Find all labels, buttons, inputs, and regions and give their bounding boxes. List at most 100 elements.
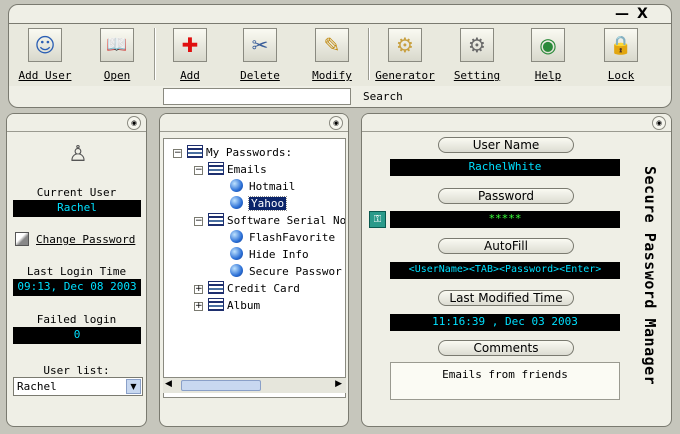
globe-icon	[230, 247, 243, 260]
tree-item-album[interactable]: Album	[208, 298, 260, 314]
chevron-down-icon[interactable]: ▼	[126, 379, 141, 394]
minimize-button[interactable]: —	[615, 7, 629, 21]
tree-item-software[interactable]: Software Serial No	[208, 213, 346, 229]
lock-button[interactable]: 🔒 Lock	[591, 26, 651, 86]
user-list-dropdown[interactable]: Rachel ▼	[13, 377, 143, 396]
tree-item-hide-info[interactable]: Hide Info	[230, 247, 309, 263]
generator-label: Generator	[375, 69, 435, 82]
globe-icon	[230, 196, 243, 209]
app-title: Secure Password Manager	[634, 132, 666, 420]
tree-item-label: FlashFavorite	[249, 231, 336, 244]
panel-header: ◉	[160, 114, 348, 132]
scroll-right-icon[interactable]: ▶	[335, 379, 342, 389]
tree-item-label: Yahoo	[247, 196, 288, 211]
last-modified-button[interactable]: Last Modified Time	[438, 290, 574, 306]
search-input[interactable]	[163, 88, 351, 105]
add-cross-icon: ✚	[173, 28, 207, 62]
setting-button[interactable]: ⚙ Setting	[447, 26, 507, 86]
collapse-toggle-icon[interactable]: −	[194, 166, 203, 175]
user-panel: ◉ ♙ Current User Rachel Change Password …	[6, 113, 147, 427]
expand-toggle-icon[interactable]: +	[194, 285, 203, 294]
user-list-selected: Rachel	[17, 380, 57, 393]
generator-button[interactable]: ⚙ Generator	[375, 26, 435, 86]
lock-icon: 🔒	[604, 28, 638, 62]
folder-icon	[208, 213, 224, 226]
current-user-label: Current User	[36, 186, 117, 199]
password-tree: − My Passwords: − Emails Hotmail Yahoo −…	[163, 138, 346, 398]
toolbar-separator	[154, 28, 156, 80]
tree-item-emails[interactable]: Emails	[208, 162, 267, 178]
tree-item-secure-password[interactable]: Secure Passwor	[230, 264, 342, 280]
help-label: Help	[534, 69, 562, 82]
tree-root[interactable]: My Passwords:	[187, 145, 292, 161]
tree-item-label: Software Serial No	[227, 214, 346, 227]
expand-toggle-icon[interactable]: +	[194, 302, 203, 311]
change-password-icon	[15, 232, 29, 246]
add-user-button[interactable]: ☺ Add User	[15, 26, 75, 86]
open-button[interactable]: 📖 Open	[87, 26, 147, 86]
globe-icon	[230, 179, 243, 192]
app-title-text: Secure Password Manager	[641, 166, 659, 386]
collapse-panel-icon[interactable]: ◉	[652, 116, 666, 130]
horizontal-scrollbar[interactable]: ◀ ▶	[163, 377, 346, 393]
search-bar: Search	[8, 86, 672, 108]
autofill-button[interactable]: AutoFill	[438, 238, 574, 254]
comments-button[interactable]: Comments	[438, 340, 574, 356]
change-password-link[interactable]: Change Password	[36, 233, 135, 246]
app-window: — X ☺ Add User 📖 Open ✚ Add ✂ Delete ✎ M…	[0, 0, 680, 434]
help-button[interactable]: ◉ Help	[518, 26, 578, 86]
user-list-label: User list:	[43, 364, 110, 377]
password-value: *****	[390, 211, 620, 228]
globe-icon	[230, 264, 243, 277]
folder-icon	[208, 162, 224, 175]
modify-button[interactable]: ✎ Modify	[302, 26, 362, 86]
failed-login-label: Failed login	[36, 313, 117, 326]
add-user-label: Add User	[18, 69, 72, 82]
delete-button[interactable]: ✂ Delete	[230, 26, 290, 86]
setting-label: Setting	[453, 69, 501, 82]
last-login-value: 09:13, Dec 08 2003	[13, 279, 141, 296]
comments-value: Emails from friends	[390, 362, 620, 400]
folder-icon	[208, 281, 224, 294]
collapse-toggle-icon[interactable]: −	[173, 149, 182, 158]
tree-item-label: Credit Card	[227, 282, 300, 295]
password-button[interactable]: Password	[438, 188, 574, 204]
tree-item-label: Emails	[227, 163, 267, 176]
panel-header: ◉	[7, 114, 146, 132]
username-button[interactable]: User Name	[438, 137, 574, 153]
folder-icon	[208, 298, 224, 311]
add-button[interactable]: ✚ Add	[160, 26, 220, 86]
last-modified-value: 11:16:39 , Dec 03 2003	[390, 314, 620, 331]
last-login-label: Last Login Time	[26, 265, 127, 278]
delete-scissors-icon: ✂	[243, 28, 277, 62]
collapse-panel-icon[interactable]: ◉	[127, 116, 141, 130]
failed-login-value: 0	[13, 327, 141, 344]
scroll-left-icon[interactable]: ◀	[165, 379, 172, 389]
tree-item-flashfavorite[interactable]: FlashFavorite	[230, 230, 335, 246]
open-label: Open	[103, 69, 131, 82]
add-label: Add	[180, 69, 200, 82]
show-password-icon[interactable]: ⚿	[369, 211, 386, 228]
autofill-value: <UserName><TAB><Password><Enter>	[390, 262, 620, 279]
username-value: RachelWhite	[390, 159, 620, 176]
modify-pencil-icon: ✎	[315, 28, 349, 62]
lock-label: Lock	[607, 69, 635, 82]
collapse-toggle-icon[interactable]: −	[194, 217, 203, 226]
add-user-icon: ☺	[28, 28, 62, 62]
title-bar: — X	[8, 4, 672, 24]
tree-item-label: Album	[227, 299, 261, 312]
tree-item-yahoo[interactable]: Yahoo	[230, 196, 288, 212]
collapse-panel-icon[interactable]: ◉	[329, 116, 343, 130]
open-book-icon: 📖	[100, 28, 134, 62]
help-globe-icon: ◉	[531, 28, 565, 62]
tree-item-label: Hotmail	[249, 180, 296, 193]
scroll-thumb[interactable]	[181, 380, 261, 391]
toolbar-separator	[368, 28, 370, 80]
tree-item-credit-card[interactable]: Credit Card	[208, 281, 300, 297]
tree-item-label: Secure Passwor	[249, 265, 342, 278]
user-avatar-icon: ♙	[68, 141, 88, 167]
folder-icon	[187, 145, 203, 158]
close-button[interactable]: X	[637, 7, 648, 21]
tree-item-hotmail[interactable]: Hotmail	[230, 179, 295, 195]
modify-label: Modify	[312, 69, 352, 82]
